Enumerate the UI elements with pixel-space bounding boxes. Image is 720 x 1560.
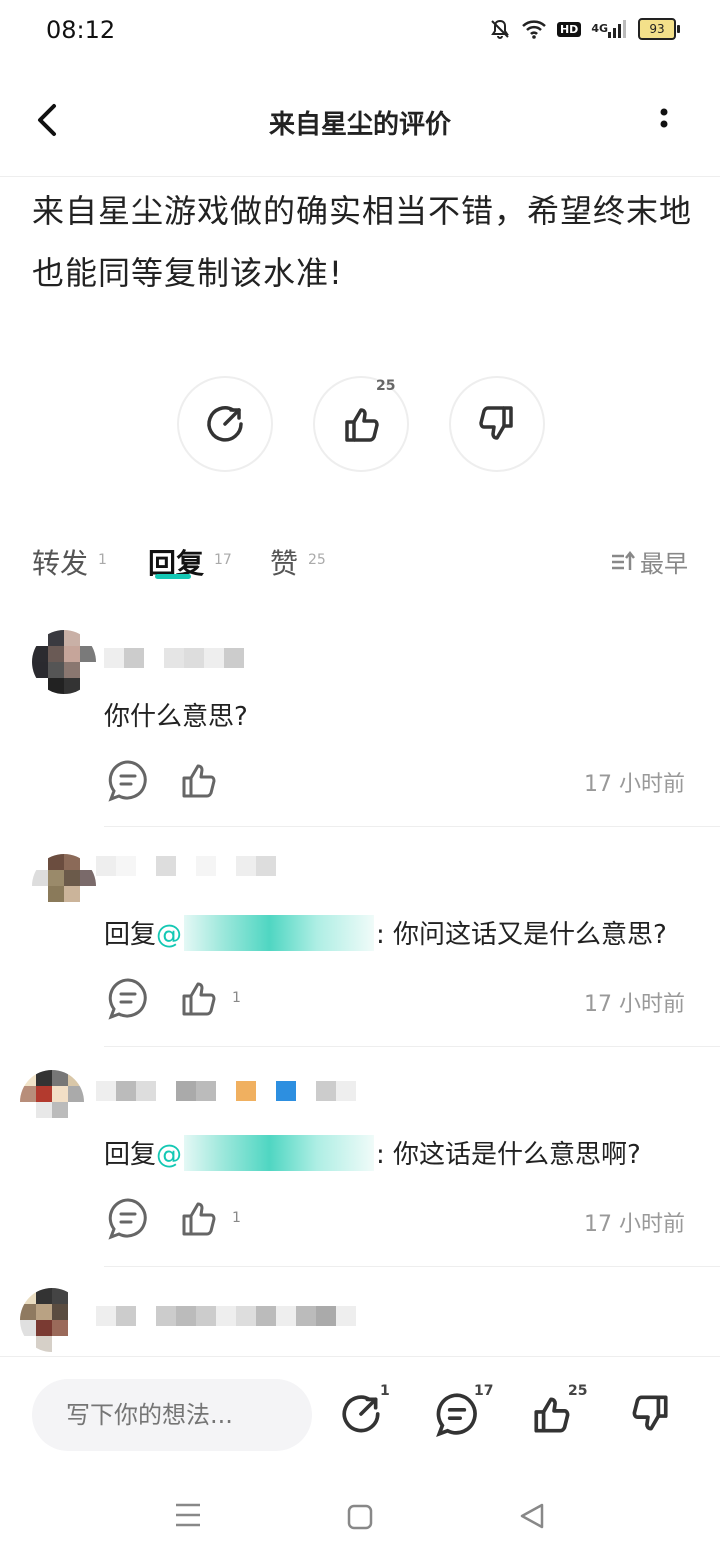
share-button[interactable] xyxy=(177,376,273,472)
reply-icon[interactable] xyxy=(106,1196,150,1240)
system-nav-bar xyxy=(0,1468,720,1560)
username[interactable] xyxy=(96,1081,356,1101)
comment-text: 你什么意思? xyxy=(104,702,248,732)
battery-icon: 93 xyxy=(638,18,680,40)
repost-count: 1 xyxy=(380,1383,390,1399)
bottom-like-count: 25 xyxy=(568,1383,588,1399)
like-count: 1 xyxy=(232,990,241,1006)
tab-likes[interactable]: 赞 xyxy=(270,542,298,582)
home-icon[interactable] xyxy=(347,1504,373,1530)
repost-icon[interactable] xyxy=(338,1391,384,1437)
mention-username[interactable] xyxy=(184,1134,375,1171)
sort-label: 最早 xyxy=(640,550,688,578)
status-time: 08:12 xyxy=(46,16,116,44)
mention-at[interactable]: @ xyxy=(156,1140,182,1170)
thumbs-up-icon[interactable] xyxy=(178,758,222,802)
network-type: 4G xyxy=(591,22,608,35)
mute-bell-icon xyxy=(491,19,509,39)
comment-input[interactable] xyxy=(32,1379,312,1451)
tab-bar: 转发 1 回复 17 赞 25 最早 xyxy=(0,530,720,590)
avatar[interactable] xyxy=(32,854,96,918)
comment-body: : 你问这话又是什么意思? xyxy=(376,920,667,950)
thumbs-down-icon[interactable] xyxy=(626,1391,672,1437)
active-tab-indicator xyxy=(155,574,191,579)
sort-icon xyxy=(612,550,635,570)
username[interactable] xyxy=(96,1306,376,1326)
app-header: 来自星尘的评价 xyxy=(0,64,720,177)
back-triangle-icon[interactable] xyxy=(518,1502,546,1530)
thumbs-up-icon[interactable] xyxy=(178,976,222,1020)
dislike-button[interactable] xyxy=(449,376,545,472)
thumbs-down-icon xyxy=(479,406,513,440)
username[interactable] xyxy=(96,856,276,876)
reply-prefix: 回复 xyxy=(104,920,157,950)
thumbs-up-icon xyxy=(345,408,379,442)
share-icon xyxy=(207,406,243,442)
like-count: 1 xyxy=(232,1210,241,1226)
divider xyxy=(104,1046,720,1047)
avatar[interactable] xyxy=(20,1288,84,1352)
page-title: 来自星尘的评价 xyxy=(268,110,451,140)
comment-text: 回复@ : 你这话是什么意思啊? xyxy=(104,1134,641,1174)
comment-text: 回复@ : 你问这话又是什么意思? xyxy=(104,914,667,954)
tab-likes-count: 25 xyxy=(308,552,326,568)
review-content: 来自星尘游戏做的确实相当不错，希望终末地也能同等复制该水准! xyxy=(32,192,693,292)
mention-at[interactable]: @ xyxy=(156,920,182,950)
comment-count: 17 xyxy=(474,1383,494,1399)
status-bar: 08:12 HD 4G 93 xyxy=(0,0,720,64)
tab-repost[interactable]: 转发 xyxy=(32,542,88,582)
sort-button[interactable]: 最早 xyxy=(610,544,688,579)
comment-time: 17 小时前 xyxy=(584,992,685,1017)
avatar[interactable] xyxy=(32,630,96,694)
tab-reply-count: 17 xyxy=(214,552,232,568)
bottom-action-bar: 1 17 25 xyxy=(0,1356,720,1467)
thumbs-up-icon[interactable] xyxy=(178,1196,222,1240)
status-icons: HD 4G 93 xyxy=(489,18,680,40)
review-like-count: 25 xyxy=(376,378,396,394)
comment-time: 17 小时前 xyxy=(584,772,685,797)
avatar[interactable] xyxy=(20,1070,84,1134)
comment-time: 17 小时前 xyxy=(584,1212,685,1237)
wifi-icon xyxy=(522,20,546,39)
signal-icon: 4G xyxy=(591,20,628,38)
mention-username[interactable] xyxy=(184,914,375,951)
hd-icon: HD xyxy=(556,21,582,37)
username[interactable] xyxy=(104,648,244,668)
menu-icon[interactable] xyxy=(174,1502,202,1528)
reply-icon[interactable] xyxy=(106,976,150,1020)
more-options-icon[interactable] xyxy=(650,102,678,142)
tab-repost-count: 1 xyxy=(98,552,107,568)
comment-body: : 你这话是什么意思啊? xyxy=(376,1140,641,1170)
reply-icon[interactable] xyxy=(106,758,150,802)
reply-prefix: 回复 xyxy=(104,1140,157,1170)
divider xyxy=(104,1266,720,1267)
divider xyxy=(104,826,720,827)
